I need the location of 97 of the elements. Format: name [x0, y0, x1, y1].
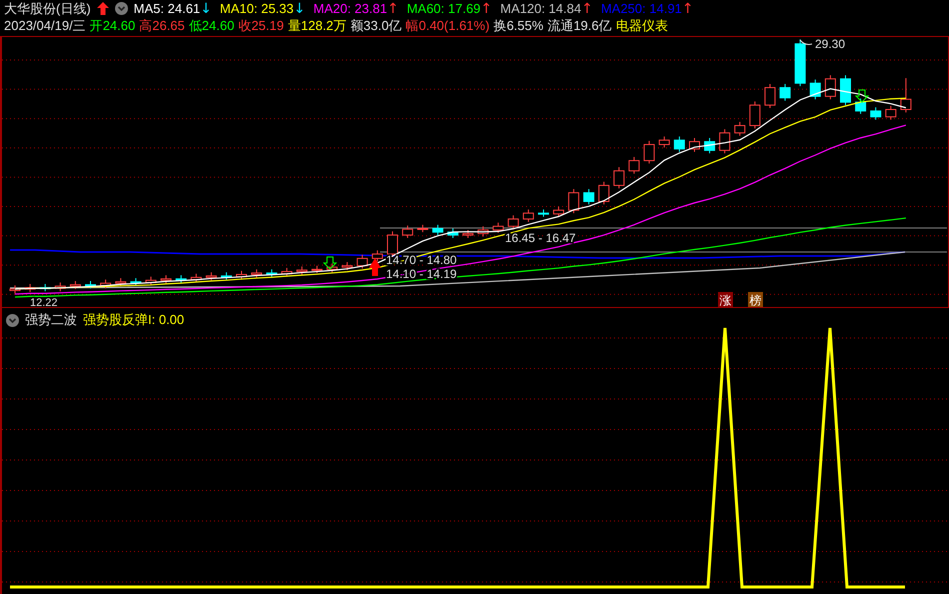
candlestick — [447, 228, 458, 238]
candlestick — [296, 266, 308, 275]
candlestick — [160, 274, 172, 284]
candlestick — [402, 225, 414, 238]
candlestick — [281, 267, 292, 278]
trend-arrow: ↑ — [387, 0, 399, 16]
sell-arrow-icon — [322, 256, 338, 270]
moving-average-label: MA10: 25.33 — [220, 1, 294, 16]
candlestick — [810, 79, 821, 100]
moving-average-label: MA20: 23.81 — [313, 1, 388, 16]
tag-badge: 榜 — [748, 292, 763, 307]
up-arrow-icon — [96, 2, 109, 15]
gap-range-label: 16.45 - 16.47 — [505, 231, 576, 245]
candlestick — [10, 284, 20, 294]
candlestick — [236, 270, 247, 280]
candlestick — [387, 230, 398, 258]
stat-value: 开24.60 — [90, 16, 136, 34]
candlestick — [764, 83, 776, 109]
candlestick — [900, 78, 912, 113]
candlestick — [538, 209, 549, 218]
buy-arrow-icon — [369, 258, 381, 276]
candlestick — [372, 250, 383, 262]
candlestick — [432, 224, 444, 236]
candlestick — [54, 282, 66, 292]
leader-line — [800, 40, 812, 45]
candlestick — [628, 156, 640, 174]
candlestick — [176, 274, 187, 283]
candlestick — [840, 74, 851, 106]
candlestick — [100, 279, 112, 289]
candlestick — [342, 262, 353, 271]
candlestick — [478, 226, 489, 238]
candlestick — [206, 272, 217, 281]
candlestick — [614, 166, 624, 189]
moving-average-label: MA60: 17.69 — [406, 1, 481, 16]
candlestick — [658, 136, 670, 148]
candlestick — [70, 280, 81, 290]
candlestick — [356, 254, 368, 270]
candlestick — [462, 229, 474, 238]
candlestick — [251, 268, 262, 278]
candlestick — [719, 128, 730, 154]
candlestick — [85, 280, 96, 289]
candlestick — [40, 283, 51, 292]
trend-arrow: ↓ — [294, 0, 306, 16]
candlestick — [734, 121, 746, 136]
trend-arrow: ↑ — [581, 0, 593, 16]
candlestick — [780, 83, 791, 102]
candlestick — [794, 38, 806, 87]
stat-value: 幅0.40(1.61%) — [406, 16, 490, 34]
sell-arrow-icon — [854, 90, 870, 103]
candlestick — [870, 106, 882, 120]
trend-arrow: ↑ — [480, 0, 492, 16]
candlestick — [492, 222, 504, 234]
moving-average-label: MA250: 14.91 — [600, 1, 682, 16]
candlestick — [568, 188, 580, 214]
indicator-name: 强势二波 — [25, 311, 77, 329]
moving-average-label: MA5: 24.61 — [134, 1, 200, 16]
indicator-value: 强势股反弹I: 0.00 — [83, 311, 184, 329]
stat-value: 低24.60 — [188, 16, 234, 34]
candlestick — [522, 209, 534, 222]
candlestick — [824, 74, 836, 100]
candlestick — [312, 265, 322, 274]
price-label: 29.30 — [815, 37, 846, 51]
stat-value: 换6.55% — [494, 16, 544, 34]
stat-value: 高26.65 — [139, 16, 185, 34]
candlestick — [145, 276, 156, 286]
candlestick — [24, 283, 36, 292]
stat-value: 收25.19 — [238, 16, 284, 34]
candlestick — [749, 100, 760, 129]
candlestick — [689, 137, 700, 152]
candlestick — [674, 136, 685, 152]
candlestick — [266, 268, 278, 278]
stock-title: 大华股份(日线) — [4, 0, 91, 18]
candlestick — [855, 98, 866, 114]
candlestick — [417, 224, 428, 233]
candlestick — [326, 263, 338, 273]
stat-value: 流通19.6亿 — [547, 16, 612, 34]
candlestick — [583, 188, 594, 205]
candlestick — [644, 140, 655, 164]
stat-value: 额33.0亿 — [350, 16, 402, 34]
dropdown-icon[interactable] — [114, 2, 128, 15]
moving-average-label: MA120: 14.84 — [500, 1, 582, 16]
stat-value: 量128.2万 — [288, 16, 346, 34]
date-label: 2023/04/19/三 — [4, 16, 86, 34]
candlestick — [553, 206, 564, 218]
candlestick — [704, 137, 716, 154]
candlestick — [885, 105, 896, 120]
sector-label: 电器仪表 — [616, 16, 668, 34]
candlestick — [220, 272, 232, 280]
candlestick — [598, 181, 610, 205]
trend-arrow: ↓ — [200, 0, 212, 16]
price-label: 12.22 — [30, 297, 58, 307]
tag-badge: 涨 — [718, 292, 733, 307]
trend-arrow: ↑ — [682, 0, 694, 16]
candlestick — [190, 273, 202, 283]
dropdown-icon[interactable] — [6, 314, 19, 326]
candlestick — [508, 214, 519, 230]
candlestick — [130, 278, 142, 286]
